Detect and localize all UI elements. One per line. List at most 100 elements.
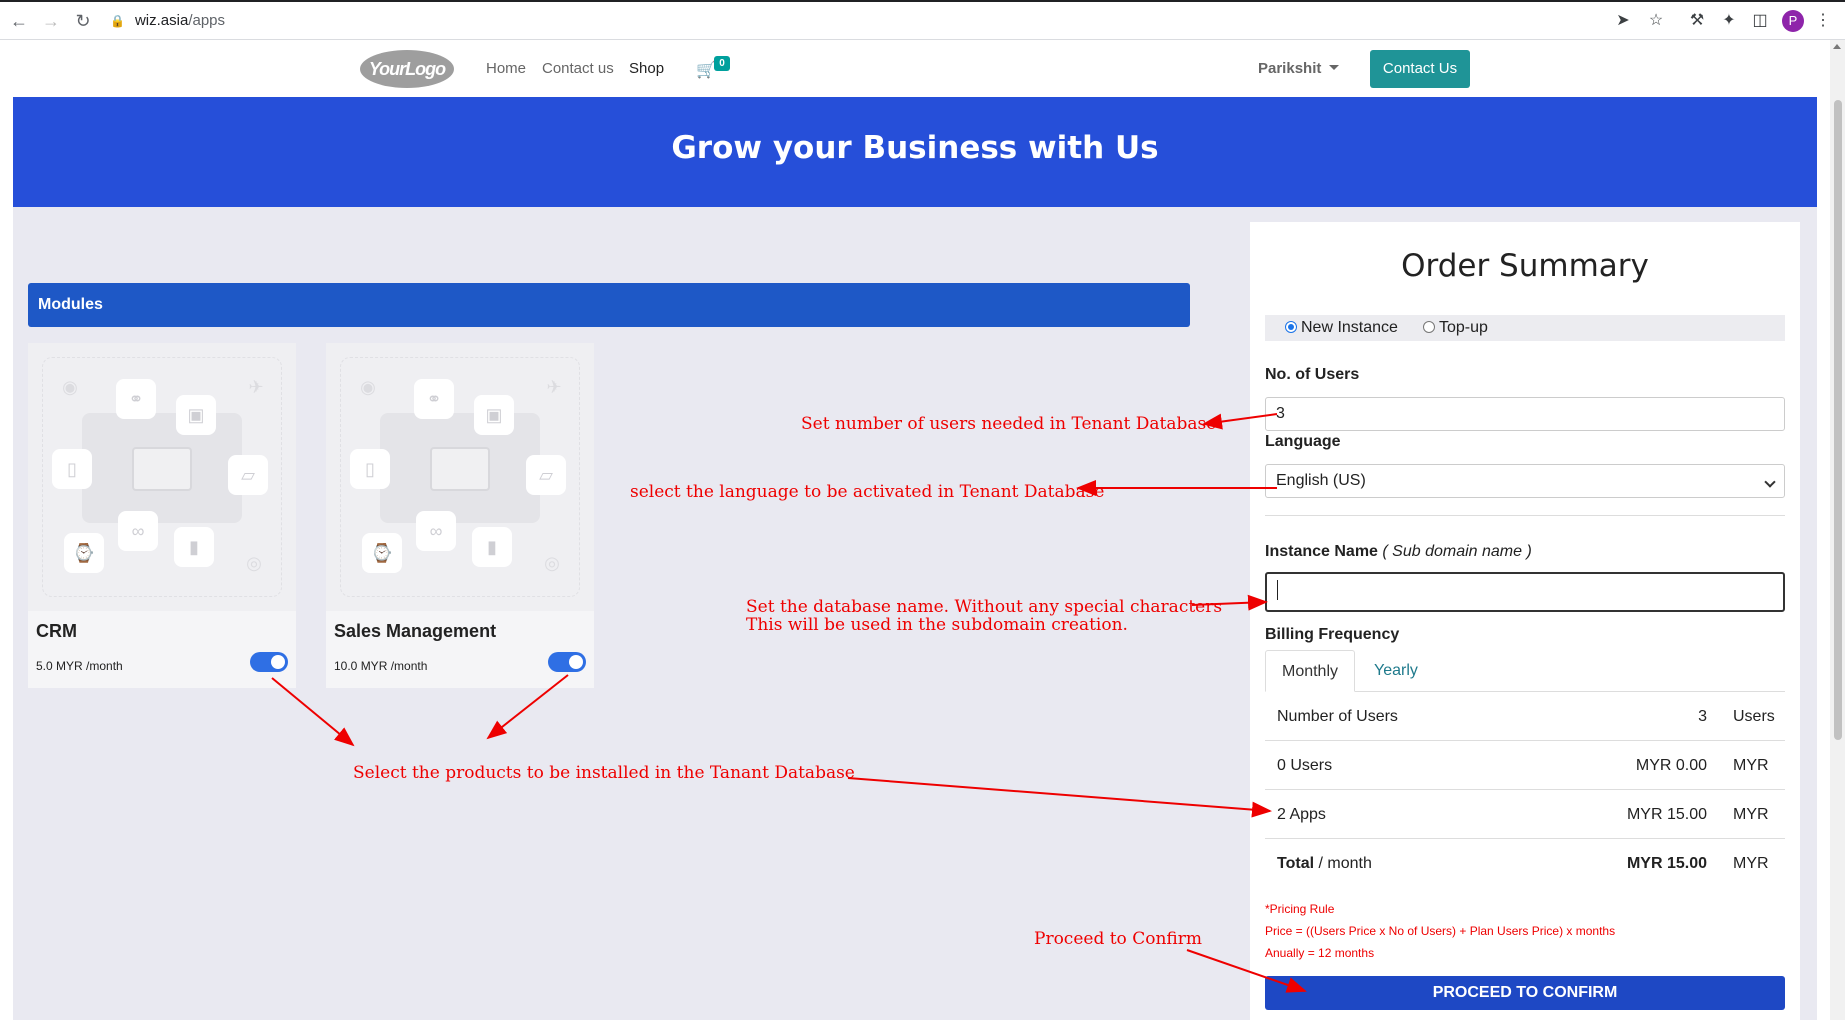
row-label: Number of Users xyxy=(1277,708,1398,725)
menu-contact-us[interactable]: Contact us xyxy=(542,60,614,77)
ball-icon: ◎ xyxy=(246,553,262,573)
annotation-dbname-line1: Set the database name. Without any speci… xyxy=(746,597,1223,617)
instance-type-radio-group: New Instance Top-up xyxy=(1265,315,1785,341)
shirt-icon: ▱ xyxy=(526,455,566,495)
annotation-language: select the language to be activated in T… xyxy=(630,482,1105,502)
tab-monthly[interactable]: Monthly xyxy=(1265,650,1355,692)
shirt-icon: ▱ xyxy=(228,455,268,495)
extensions-puzzle-icon[interactable]: ✦ xyxy=(1718,10,1740,32)
url-host: wiz.asia xyxy=(134,12,189,29)
bookmark-star-icon[interactable]: ☆ xyxy=(1645,10,1667,32)
menu-home[interactable]: Home xyxy=(486,60,526,77)
order-summary-title: Order Summary xyxy=(1401,248,1649,284)
users-input[interactable]: 3 xyxy=(1265,397,1785,431)
bottle-icon: ▮ xyxy=(174,527,214,567)
row-value: 3 xyxy=(1698,708,1707,725)
url-path: /apps xyxy=(188,12,226,29)
row-label: 2 Apps xyxy=(1277,806,1326,823)
module-name: Sales Management xyxy=(334,621,497,641)
menu-shop[interactable]: Shop xyxy=(629,60,664,77)
radio-top-up[interactable]: Top-up xyxy=(1423,315,1488,341)
glasses-icon: ∞ xyxy=(118,511,158,551)
site-header: YourLogo Home Contact us Shop 🛒 0 Pariks… xyxy=(0,40,1830,97)
billing-frequency-label: Billing Frequency xyxy=(1265,626,1400,643)
phone-icon: ▯ xyxy=(52,449,92,489)
instance-name-label: Instance Name ( Sub domain name ) xyxy=(1265,543,1532,561)
extension-tool-icon[interactable]: ⚒ xyxy=(1686,10,1708,32)
summary-row-users: Number of Users 3 Users xyxy=(1265,692,1785,741)
browser-toolbar: ← → ↻ 🔒 wiz.asia/apps ➤ ☆ ⚒ ✦ ◫ P ⋮ xyxy=(0,0,1845,40)
contact-us-button[interactable]: Contact Us xyxy=(1370,50,1470,88)
row-value: MYR 0.00 xyxy=(1635,757,1707,774)
summary-row-total: Total / month MYR 15.00 MYR xyxy=(1265,839,1785,888)
image-icon xyxy=(132,447,192,491)
instance-name-label-text: Instance Name xyxy=(1265,543,1378,560)
row-unit: Users xyxy=(1733,708,1775,725)
module-price: 10.0 MYR /month xyxy=(334,659,428,673)
module-card-crm[interactable]: ◉ ⚭ ▣ ✈ ▯ ▱ ∞ ⌚ ▮ ◎ CRM 5.0 MYR /month xyxy=(28,343,296,688)
module-price: 5.0 MYR /month xyxy=(36,659,123,673)
tab-yearly[interactable]: Yearly xyxy=(1361,650,1431,692)
camera-icon: ◉ xyxy=(62,377,78,397)
back-icon[interactable]: ← xyxy=(8,10,30,32)
radio-new-instance[interactable]: New Instance xyxy=(1285,315,1398,341)
text-cursor xyxy=(1277,580,1278,600)
bottle-icon: ▮ xyxy=(472,527,512,567)
hero-banner: Grow your Business with Us xyxy=(13,97,1817,207)
forward-icon[interactable]: → xyxy=(40,10,62,32)
total-label: Total / month xyxy=(1277,839,1372,888)
module-toggle[interactable] xyxy=(548,652,586,672)
toggle-knob xyxy=(271,655,285,669)
address-bar[interactable]: 🔒 wiz.asia/apps xyxy=(110,9,1590,33)
watch-icon: ⌚ xyxy=(64,533,104,573)
scroll-up-icon[interactable] xyxy=(1833,44,1841,49)
cart-icon[interactable]: 🛒 xyxy=(696,60,716,80)
side-panel-icon[interactable]: ◫ xyxy=(1749,10,1771,32)
phone-icon: ▯ xyxy=(350,449,390,489)
instance-name-input[interactable] xyxy=(1265,572,1785,612)
send-icon[interactable]: ➤ xyxy=(1612,10,1634,32)
row-unit: MYR xyxy=(1733,757,1769,774)
ball-icon: ◎ xyxy=(544,553,560,573)
annotation-dbname-line2: This will be used in the subdomain creat… xyxy=(746,615,1128,635)
chevron-down-icon xyxy=(1764,476,1776,488)
cart-count-badge: 0 xyxy=(714,56,730,71)
module-toggle[interactable] xyxy=(250,652,288,672)
billing-tabs: Monthly Yearly xyxy=(1265,650,1785,692)
site-logo[interactable]: YourLogo xyxy=(360,50,454,88)
pricing-rule-annual: Anually = 12 months xyxy=(1265,946,1375,960)
row-value: MYR 15.00 xyxy=(1626,806,1707,823)
language-select[interactable]: English (US) xyxy=(1265,464,1785,498)
scroll-thumb[interactable] xyxy=(1834,100,1842,740)
summary-row-apps: 2 Apps MYR 15.00 MYR xyxy=(1265,790,1785,839)
user-name: Parikshit xyxy=(1258,60,1322,77)
instance-name-sublabel: ( Sub domain name ) xyxy=(1382,543,1532,560)
watch-icon: ⌚ xyxy=(362,533,402,573)
kebab-menu-icon[interactable]: ⋮ xyxy=(1812,10,1834,32)
module-name: CRM xyxy=(36,621,77,641)
annotation-users: Set number of users needed in Tenant Dat… xyxy=(801,414,1217,434)
car-icon: ▣ xyxy=(474,395,514,435)
headphones-icon: ⚭ xyxy=(116,379,156,419)
airplane-icon: ✈ xyxy=(248,377,264,397)
window-edge xyxy=(0,0,1845,2)
radio-label: New Instance xyxy=(1301,319,1398,336)
module-card-sales-management[interactable]: ◉ ⚭ ▣ ✈ ▯ ▱ ∞ ⌚ ▮ ◎ Sales Management 10.… xyxy=(326,343,594,688)
hero-title: Grow your Business with Us xyxy=(671,130,1159,166)
radio-checked-icon xyxy=(1285,321,1297,333)
profile-avatar[interactable]: P xyxy=(1782,10,1804,32)
car-icon: ▣ xyxy=(176,395,216,435)
annotation-products: Select the products to be installed in t… xyxy=(353,763,855,783)
user-dropdown[interactable]: Parikshit xyxy=(1258,60,1340,77)
instance-name-sublabel-text: Sub domain name xyxy=(1392,543,1523,560)
row-unit: MYR xyxy=(1733,806,1769,823)
radio-label: Top-up xyxy=(1439,319,1488,336)
radio-unchecked-icon xyxy=(1423,321,1435,333)
page-scrollbar[interactable] xyxy=(1830,40,1845,1020)
row-label: 0 Users xyxy=(1277,757,1333,774)
reload-icon[interactable]: ↻ xyxy=(72,10,94,32)
proceed-to-confirm-button[interactable]: PROCEED TO CONFIRM xyxy=(1265,976,1785,1010)
total-value: MYR 15.00 xyxy=(1626,855,1707,872)
camera-icon: ◉ xyxy=(360,377,376,397)
order-summary-panel: Order Summary New Instance Top-up No. of… xyxy=(1250,222,1800,1020)
